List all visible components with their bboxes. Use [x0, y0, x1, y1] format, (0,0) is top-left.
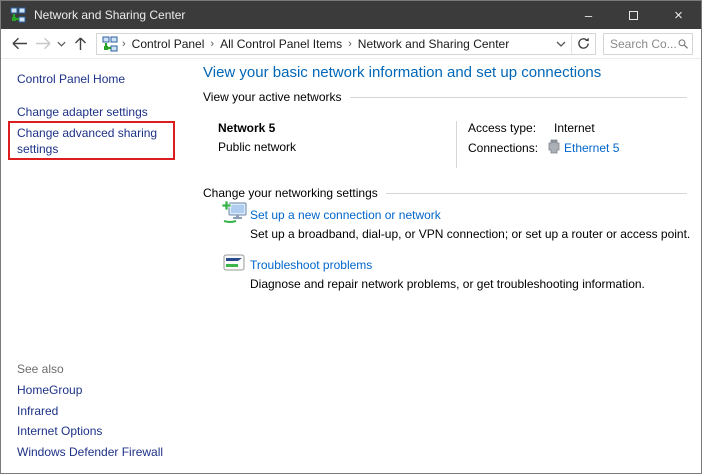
active-network-divider: [456, 121, 457, 168]
chevron-down-icon: [57, 41, 66, 47]
close-button[interactable]: ×: [656, 1, 701, 29]
network-app-icon: [10, 7, 26, 23]
troubleshoot-icon: [223, 254, 245, 272]
search-box[interactable]: [603, 33, 693, 55]
maximize-icon: [629, 11, 638, 20]
see-also-label: See also: [17, 362, 64, 376]
chevron-down-icon: [556, 41, 566, 47]
forward-arrow-icon: [35, 37, 52, 50]
network-type: Public network: [218, 140, 296, 154]
breadcrumb-separator: ›: [118, 38, 130, 50]
new-connection-icon: [221, 201, 248, 224]
search-icon: [678, 38, 688, 50]
setup-connection-description: Set up a broadband, dial-up, or VPN conn…: [250, 227, 690, 241]
sidebar-windows-defender-firewall[interactable]: Windows Defender Firewall: [17, 445, 163, 459]
section-rule: [386, 193, 687, 194]
setup-connection-link[interactable]: Set up a new connection or network: [250, 208, 441, 222]
refresh-icon: [577, 37, 590, 50]
active-networks-label: View your active networks: [203, 90, 342, 104]
toolbar: › Control Panel › All Control Panel Item…: [1, 29, 701, 59]
sidebar: Control Panel Home Change adapter settin…: [1, 59, 197, 473]
access-type-label: Access type:: [468, 121, 536, 135]
content-area: Control Panel Home Change adapter settin…: [1, 59, 701, 473]
titlebar: Network and Sharing Center – ×: [1, 1, 701, 29]
ethernet-icon: [548, 139, 560, 154]
access-type-value: Internet: [554, 121, 595, 135]
network-sharing-center-window: Network and Sharing Center – ×: [0, 0, 702, 474]
recent-pages-dropdown[interactable]: [55, 32, 68, 56]
networking-settings-section-header: Change your networking settings: [203, 185, 687, 201]
active-networks-section-header: View your active networks: [203, 89, 687, 105]
breadcrumb-separator: ›: [206, 38, 218, 50]
page-title: View your basic network information and …: [203, 64, 601, 81]
refresh-button[interactable]: [571, 34, 595, 54]
troubleshoot-link[interactable]: Troubleshoot problems: [250, 258, 372, 272]
address-dropdown-button[interactable]: [551, 34, 571, 54]
minimize-button[interactable]: –: [566, 1, 611, 29]
up-button[interactable]: [68, 32, 92, 56]
breadcrumb-control-panel[interactable]: Control Panel: [130, 37, 207, 51]
sidebar-control-panel-home[interactable]: Control Panel Home: [17, 72, 125, 86]
breadcrumb-all-items[interactable]: All Control Panel Items: [218, 37, 344, 51]
connection-ethernet-link[interactable]: Ethernet 5: [564, 141, 619, 155]
troubleshoot-description: Diagnose and repair network problems, or…: [250, 277, 645, 291]
up-arrow-icon: [74, 36, 87, 51]
search-input[interactable]: [610, 37, 678, 51]
section-rule: [350, 97, 687, 98]
networking-settings-label: Change your networking settings: [203, 186, 378, 200]
address-bar[interactable]: › Control Panel › All Control Panel Item…: [96, 33, 596, 55]
sidebar-homegroup[interactable]: HomeGroup: [17, 383, 82, 397]
maximize-button[interactable]: [611, 1, 656, 29]
sidebar-infrared[interactable]: Infrared: [17, 404, 58, 418]
forward-button[interactable]: [31, 32, 55, 56]
main-pane: View your basic network information and …: [197, 59, 701, 473]
window-title: Network and Sharing Center: [34, 8, 566, 22]
breadcrumb-current[interactable]: Network and Sharing Center: [356, 37, 511, 51]
connections-label: Connections:: [468, 141, 538, 155]
sidebar-change-adapter-settings[interactable]: Change adapter settings: [17, 105, 148, 119]
address-network-icon: [102, 36, 118, 52]
back-button[interactable]: [7, 32, 31, 56]
back-arrow-icon: [11, 37, 28, 50]
sidebar-internet-options[interactable]: Internet Options: [17, 424, 102, 438]
network-name: Network 5: [218, 121, 275, 135]
sidebar-change-advanced-sharing[interactable]: Change advanced sharing settings: [17, 125, 169, 157]
breadcrumb-separator: ›: [344, 38, 356, 50]
